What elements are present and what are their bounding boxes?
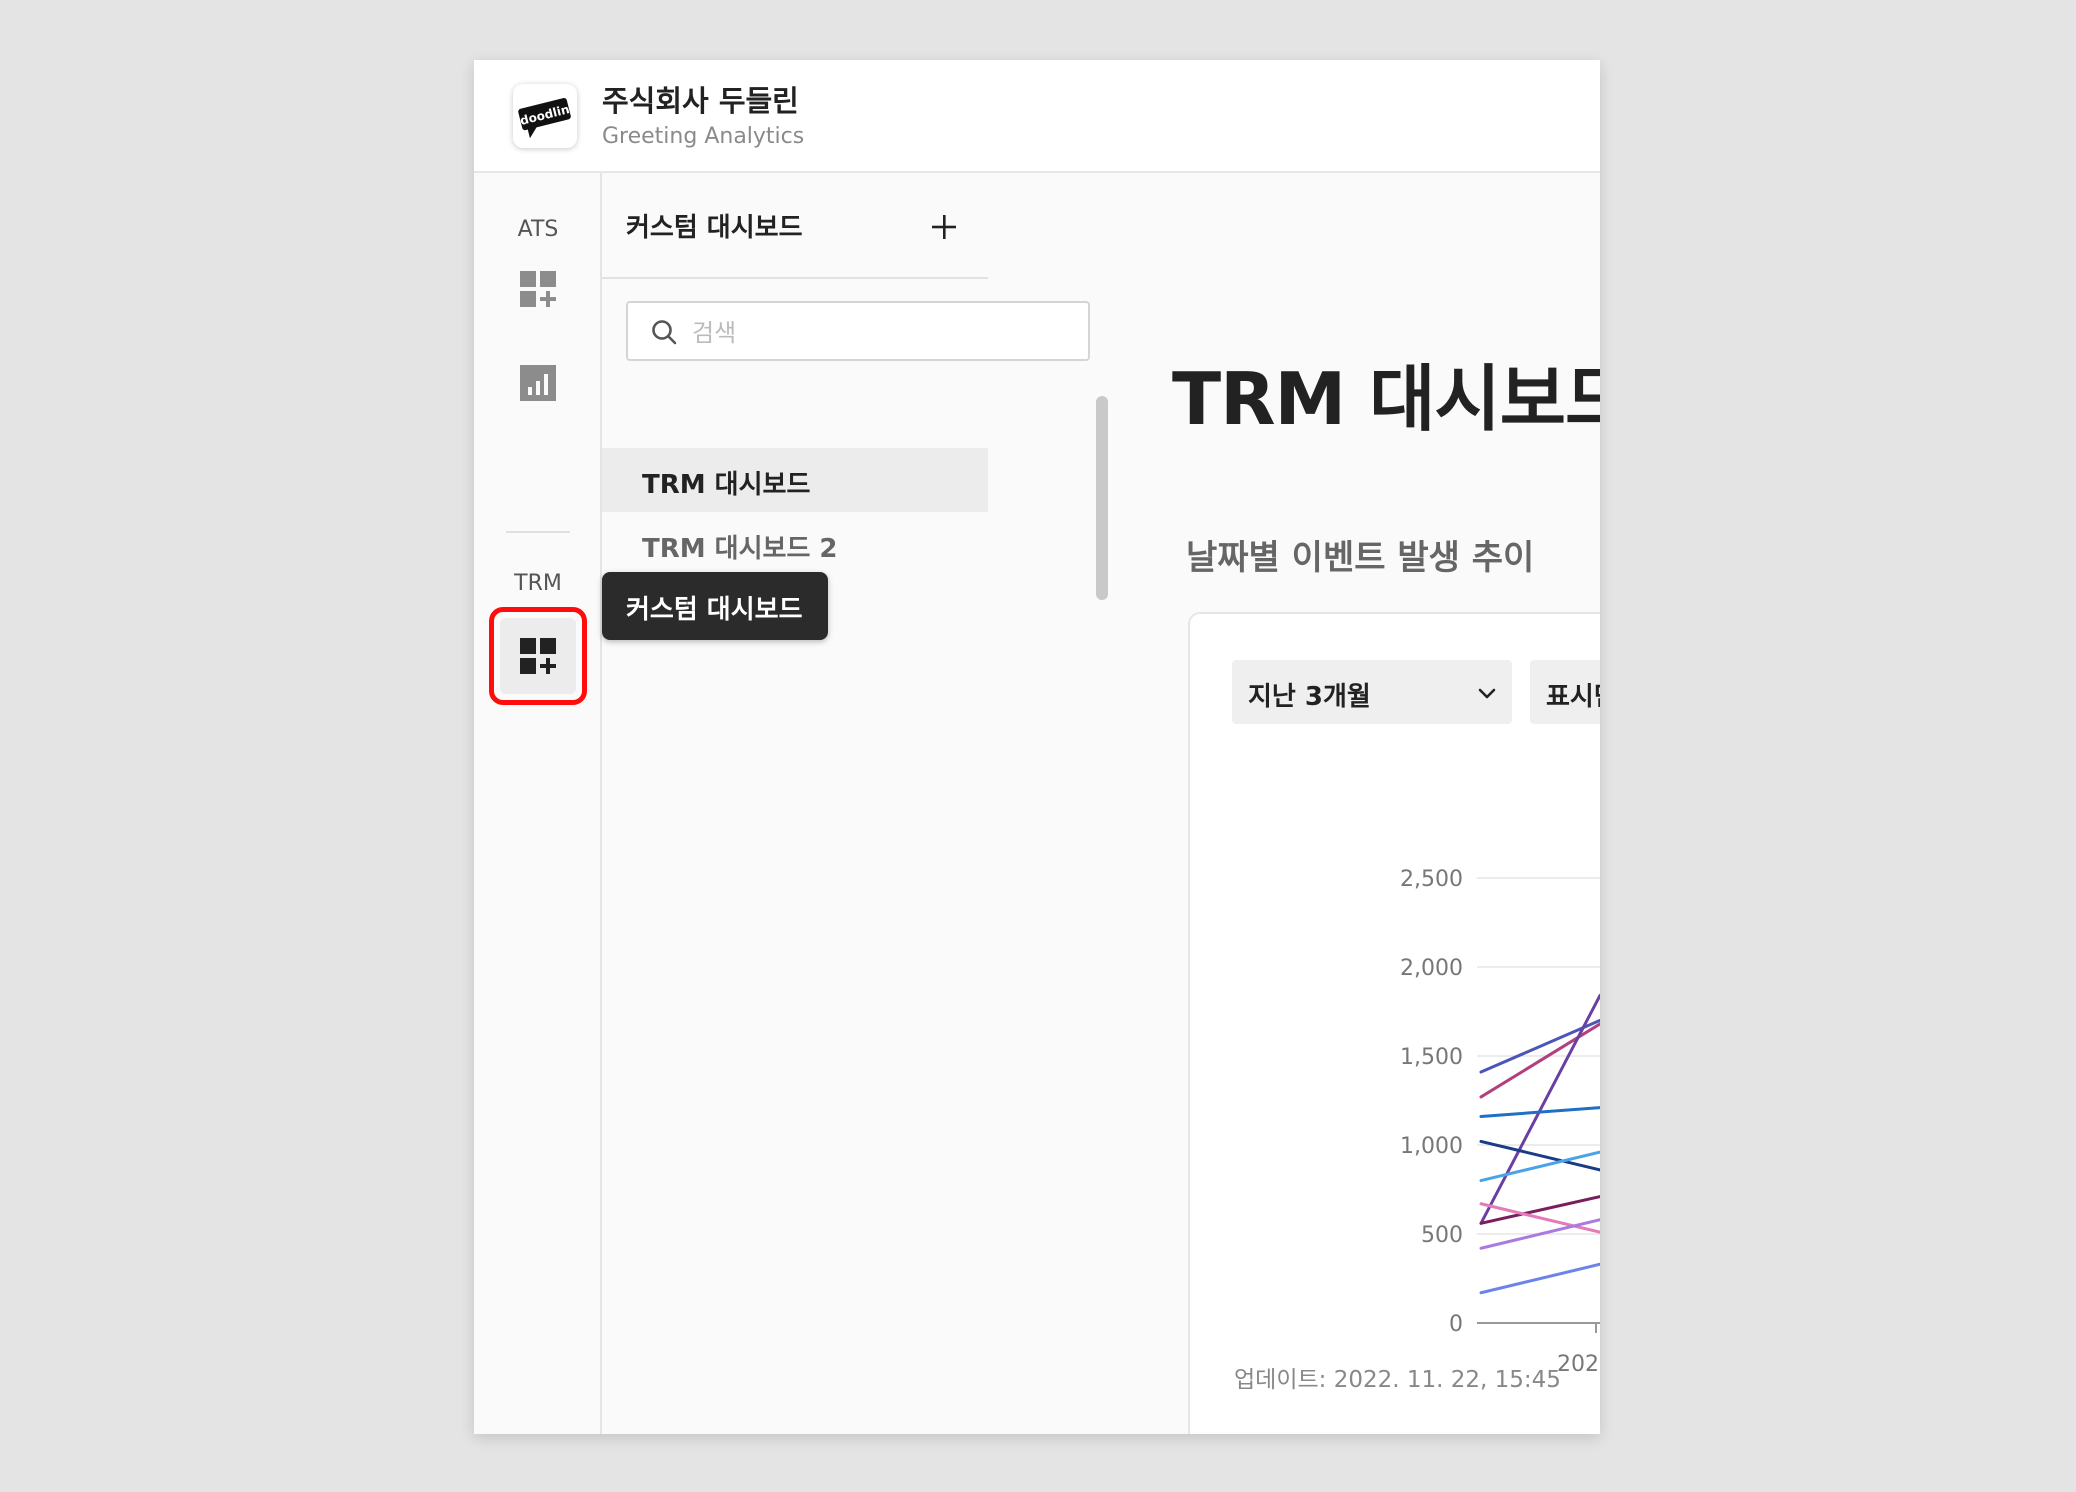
custom-dashboard-tooltip: 커스텀 대시보드 — [602, 572, 828, 640]
y-tick-label: 500 — [1421, 1223, 1463, 1248]
list-item-label: TRM 대시보드 — [642, 470, 811, 500]
search-input[interactable] — [690, 313, 1074, 353]
search-icon — [652, 320, 677, 345]
panel-title: 커스텀 대시보드 — [626, 213, 803, 243]
event-trend-chart: 2,500 2,000 1,500 1,000 500 0 2022 — [1400, 867, 1600, 1377]
y-tick-label: 1,500 — [1400, 1045, 1463, 1070]
nav-rail: ATS TRM — [474, 173, 602, 1434]
display-dropdown-value: 표시단 — [1546, 682, 1600, 712]
y-tick-label: 0 — [1449, 1312, 1463, 1337]
panel-divider — [602, 277, 988, 279]
x-tick-label: 2022 — [1557, 1352, 1600, 1377]
add-dashboard-button[interactable] — [922, 205, 966, 249]
rail-section-trm: TRM — [514, 571, 562, 596]
period-dropdown-value: 지난 3개월 — [1248, 682, 1371, 712]
page-title: TRM 대시보드 — [1172, 357, 1600, 441]
dashboard-add-icon[interactable] — [518, 269, 558, 309]
display-dropdown[interactable]: 표시단 — [1530, 660, 1600, 724]
bar-chart-icon[interactable] — [518, 363, 558, 403]
list-item-label: TRM 대시보드 2 — [642, 534, 838, 564]
rail-item-custom-dashboard[interactable] — [489, 607, 587, 705]
series-line-2 — [1479, 1022, 1600, 1099]
series-line-10 — [1479, 1262, 1600, 1295]
org-name: 주식회사 두들린 — [602, 84, 799, 118]
doodlin-logo: doodlin — [513, 84, 577, 148]
dashboard-add-icon — [520, 638, 556, 674]
custom-dashboard-panel: 커스텀 대시보드 — [602, 173, 1090, 1434]
rail-divider — [506, 531, 570, 533]
app-name: Greeting Analytics — [602, 124, 805, 149]
search-box[interactable] — [626, 301, 1090, 361]
section-title: 날짜별 이벤트 발생 추이 — [1186, 538, 1535, 578]
tooltip-text: 커스텀 대시보드 — [626, 595, 803, 625]
updated-timestamp: 업데이트: 2022. 11. 22, 15:45 — [1234, 1367, 1561, 1393]
period-dropdown[interactable]: 지난 3개월 — [1232, 660, 1512, 724]
panel-scrollbar[interactable] — [1096, 396, 1108, 600]
app-header: doodlin 주식회사 두들린 Greeting Analytics — [474, 60, 1600, 173]
app-window: doodlin 주식회사 두들린 Greeting Analytics ATS — [474, 60, 1600, 1434]
y-tick-label: 2,000 — [1400, 956, 1463, 981]
list-item-trm-dashboard[interactable]: TRM 대시보드 — [602, 448, 988, 512]
rail-section-ats: ATS — [517, 217, 559, 242]
y-tick-label: 2,500 — [1400, 867, 1463, 892]
list-item-trm-dashboard-2[interactable]: TRM 대시보드 2 — [602, 512, 988, 576]
chevron-down-icon — [1478, 688, 1496, 699]
y-tick-label: 1,000 — [1400, 1134, 1463, 1159]
plus-icon — [932, 215, 956, 239]
